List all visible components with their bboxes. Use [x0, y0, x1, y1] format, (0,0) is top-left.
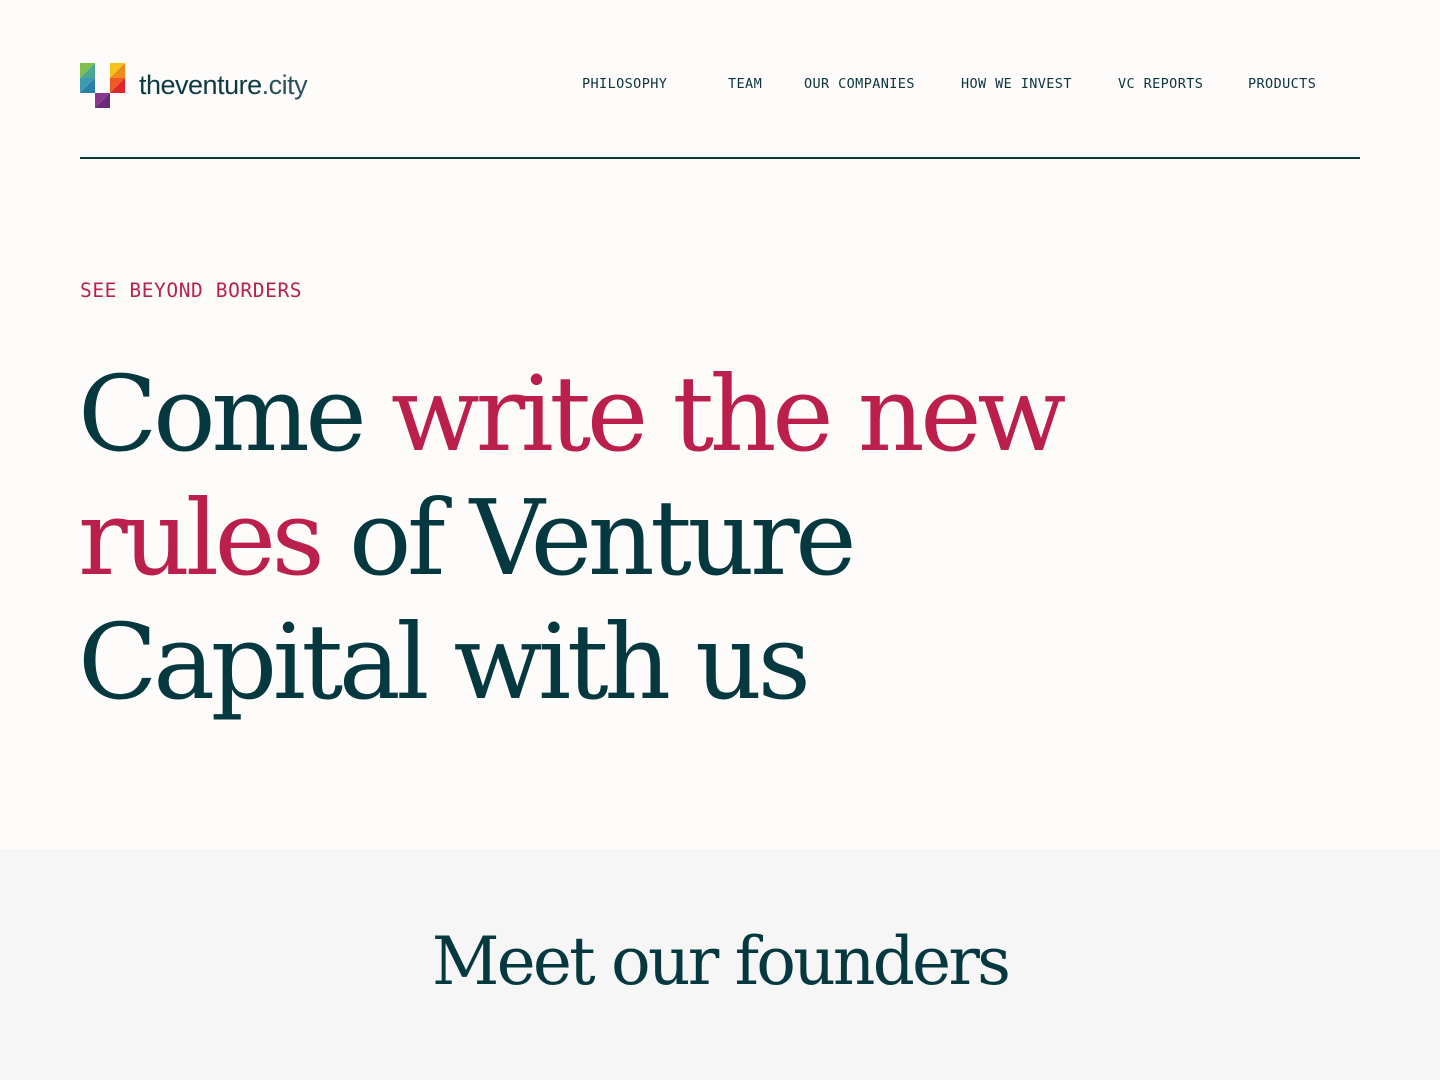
nav-team[interactable]: TEAM: [728, 76, 762, 92]
hero-title-accent: rules: [78, 477, 325, 599]
hero-title-accent: write the new: [390, 353, 1066, 475]
hero-eyebrow: SEE BEYOND BORDERS: [80, 279, 303, 302]
hero-title-line-1: Come write the new: [78, 352, 1178, 476]
hero-title-text: of Venture: [320, 477, 857, 599]
hero-title-text: Come: [78, 353, 391, 475]
hero-title-line-2: rules of Venture: [78, 476, 1178, 600]
hero-title-text: Capital with us: [78, 601, 811, 723]
nav-our-companies[interactable]: OUR COMPANIES: [804, 76, 915, 92]
site-header: theventure.city PHILOSOPHY TEAM OUR COMP…: [80, 0, 1360, 159]
main-nav: PHILOSOPHY TEAM OUR COMPANIES HOW WE INV…: [80, 76, 1360, 94]
nav-philosophy[interactable]: PHILOSOPHY: [582, 76, 667, 92]
nav-vc-reports[interactable]: VC REPORTS: [1118, 76, 1203, 92]
hero-title: Come write the new rules of Venture Capi…: [78, 352, 1178, 724]
founders-section: Meet our founders: [0, 849, 1440, 1080]
hero-title-line-3: Capital with us: [78, 600, 1178, 724]
nav-how-we-invest[interactable]: HOW WE INVEST: [961, 76, 1072, 92]
founders-title: Meet our founders: [431, 923, 1011, 1000]
nav-products[interactable]: PRODUCTS: [1248, 76, 1316, 92]
